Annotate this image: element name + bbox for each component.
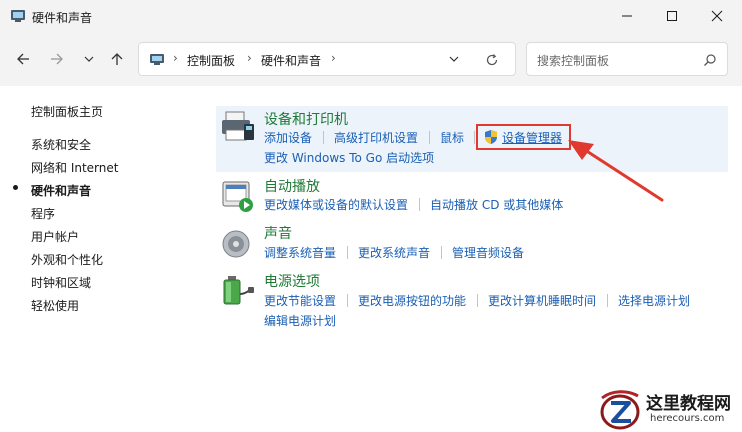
back-button[interactable] bbox=[12, 48, 34, 70]
category-title-autoplay[interactable]: 自动播放 bbox=[264, 176, 320, 196]
window-title: 硬件和声音 bbox=[32, 11, 93, 25]
close-icon bbox=[711, 10, 723, 22]
arrow-right-icon bbox=[51, 53, 63, 65]
breadcrumb-hardware-sound[interactable]: 硬件和声音 bbox=[261, 52, 321, 69]
maximize-button[interactable] bbox=[649, 0, 695, 32]
refresh-icon[interactable] bbox=[485, 53, 499, 67]
link-mouse[interactable]: 鼠标 bbox=[440, 129, 464, 146]
breadcrumb-chevron-icon: › bbox=[173, 51, 178, 65]
breadcrumb-control-panel[interactable]: 控制面板 bbox=[187, 52, 235, 69]
link-separator bbox=[474, 131, 475, 144]
close-button[interactable] bbox=[694, 0, 740, 32]
link-separator bbox=[429, 131, 430, 144]
highlight-box bbox=[476, 124, 571, 150]
chevron-down-icon bbox=[84, 56, 94, 62]
link-separator bbox=[347, 294, 348, 307]
link-windows-to-go[interactable]: 更改 Windows To Go 启动选项 bbox=[264, 149, 434, 166]
address-bar[interactable]: › 控制面板 › 硬件和声音 › bbox=[138, 42, 516, 76]
category-title-power-options[interactable]: 电源选项 bbox=[264, 271, 320, 291]
printer-icon[interactable] bbox=[220, 108, 256, 144]
link-separator bbox=[441, 246, 442, 259]
search-input[interactable]: 搜索控制面板 bbox=[537, 52, 609, 69]
watermark-url: herecours.com bbox=[650, 413, 725, 424]
control-panel-icon bbox=[150, 54, 164, 65]
link-change-sleep-time[interactable]: 更改计算机睡眠时间 bbox=[488, 292, 596, 309]
breadcrumb-chevron-icon: › bbox=[247, 51, 252, 65]
link-autoplay-cd[interactable]: 自动播放 CD 或其他媒体 bbox=[430, 196, 563, 213]
search-icon[interactable] bbox=[703, 53, 717, 67]
watermark: 这里教程网 herecours.com bbox=[598, 388, 742, 432]
main-content: 设备和打印机 添加设备 高级打印机设置 鼠标 设备管理器 更改 Windows … bbox=[0, 86, 742, 432]
maximize-icon bbox=[667, 11, 677, 21]
link-change-system-sounds[interactable]: 更改系统声音 bbox=[358, 244, 430, 261]
link-separator bbox=[419, 198, 420, 211]
chevron-down-icon[interactable] bbox=[449, 54, 459, 64]
link-change-power-saving[interactable]: 更改节能设置 bbox=[264, 292, 336, 309]
arrow-up-icon bbox=[111, 53, 123, 65]
search-box[interactable]: 搜索控制面板 bbox=[526, 42, 728, 76]
link-separator bbox=[347, 246, 348, 259]
link-edit-power-plan[interactable]: 编辑电源计划 bbox=[264, 312, 336, 329]
forward-button[interactable] bbox=[46, 48, 68, 70]
up-button[interactable] bbox=[106, 48, 128, 70]
minimize-button[interactable] bbox=[604, 0, 650, 32]
control-panel-icon bbox=[11, 10, 25, 22]
arrow-left-icon bbox=[17, 53, 29, 65]
minimize-icon bbox=[622, 15, 632, 17]
battery-icon[interactable] bbox=[220, 272, 256, 308]
autoplay-icon[interactable] bbox=[220, 178, 256, 214]
link-separator bbox=[323, 131, 324, 144]
link-change-power-button[interactable]: 更改电源按钮的功能 bbox=[358, 292, 466, 309]
category-title-devices-printers[interactable]: 设备和打印机 bbox=[264, 109, 348, 129]
link-choose-power-plan[interactable]: 选择电源计划 bbox=[618, 292, 690, 309]
link-separator bbox=[607, 294, 608, 307]
link-advanced-printer-setup[interactable]: 高级打印机设置 bbox=[334, 129, 418, 146]
category-title-sound[interactable]: 声音 bbox=[264, 223, 292, 243]
watermark-title: 这里教程网 bbox=[646, 394, 731, 414]
link-separator bbox=[477, 294, 478, 307]
navigation-bar: › 控制面板 › 硬件和声音 › 搜索控制面板 bbox=[0, 34, 742, 86]
breadcrumb-chevron-icon: › bbox=[331, 51, 336, 65]
watermark-logo-icon bbox=[600, 390, 640, 430]
speaker-icon[interactable] bbox=[220, 226, 256, 262]
title-bar: 硬件和声音 bbox=[0, 0, 742, 34]
link-add-device[interactable]: 添加设备 bbox=[264, 129, 312, 146]
link-change-default-media[interactable]: 更改媒体或设备的默认设置 bbox=[264, 196, 408, 213]
annotation-arrow-icon bbox=[568, 140, 664, 202]
link-manage-audio-devices[interactable]: 管理音频设备 bbox=[452, 244, 524, 261]
link-adjust-volume[interactable]: 调整系统音量 bbox=[264, 244, 336, 261]
recent-locations-button[interactable] bbox=[78, 48, 100, 70]
